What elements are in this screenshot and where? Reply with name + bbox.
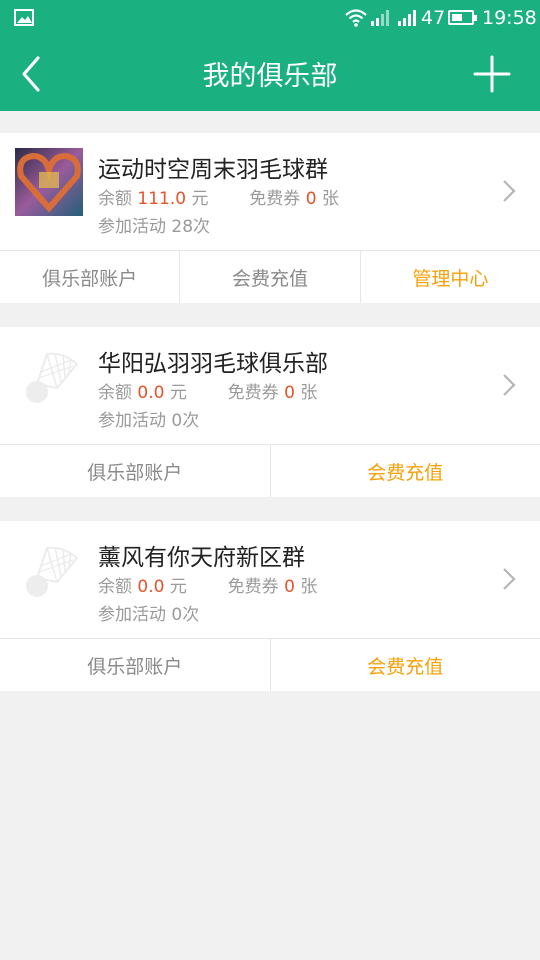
club-actions: 俱乐部账户 会费充值 (0, 639, 540, 691)
activity-count: 参加活动 28次 (98, 217, 211, 237)
club-name: 运动时空周末羽毛球群 (98, 157, 328, 183)
voucher-count: 0 (305, 189, 317, 209)
fee-recharge-button[interactable]: 会费充值 (269, 445, 540, 497)
plus-icon[interactable] (472, 54, 512, 94)
club-name: 华阳弘羽羽毛球俱乐部 (98, 351, 328, 377)
club-account-button[interactable]: 俱乐部账户 (0, 639, 270, 691)
wifi-icon (345, 9, 367, 27)
club-actions: 俱乐部账户 会费充值 管理中心 (0, 251, 540, 303)
club-card: 华阳弘羽羽毛球俱乐部 余额 0.0 元 免费券 0 张 参加活动 0次 俱乐部账… (0, 327, 540, 497)
cellular-signal-icon (371, 10, 389, 26)
balance-amount: 0.0 (137, 577, 165, 597)
shuttlecock-icon (26, 352, 79, 403)
management-center-button[interactable]: 管理中心 (359, 251, 540, 303)
fee-recharge-button[interactable]: 会费充值 (179, 251, 359, 303)
shuttlecock-icon (26, 546, 79, 597)
battery-percent: 47 (421, 7, 446, 29)
balance-amount: 0.0 (137, 383, 165, 403)
club-avatar (15, 148, 83, 216)
activity-count: 参加活动 0次 (98, 605, 200, 625)
cellular-signal-icon-2 (398, 10, 416, 26)
voucher-count: 0 (284, 383, 295, 403)
club-card: 运动时空周末羽毛球群 余额 111.0 元 免费券 0 张 参加活动 28次 俱… (0, 133, 540, 303)
gallery-notification-icon (14, 9, 34, 26)
chevron-right-icon (503, 374, 516, 396)
club-balance-line: 余额 111.0 元 免费券 0 张 (98, 189, 339, 209)
club-balance-line: 余额 0.0 元 免费券 0 张 (98, 383, 318, 403)
club-account-button[interactable]: 俱乐部账户 (0, 445, 270, 497)
club-balance-line: 余额 0.0 元 免费券 0 张 (98, 577, 318, 597)
page-title: 我的俱乐部 (202, 61, 338, 92)
voucher-count: 0 (284, 577, 295, 597)
fee-recharge-button[interactable]: 会费充值 (269, 639, 540, 691)
activity-count: 参加活动 0次 (98, 411, 200, 431)
status-bar: 47 19:58 (0, 0, 540, 38)
club-card: 薰风有你天府新区群 余额 0.0 元 免费券 0 张 参加活动 0次 俱乐部账户… (0, 521, 540, 691)
chevron-right-icon (503, 568, 516, 590)
club-name: 薰风有你天府新区群 (98, 545, 305, 571)
clock: 19:58 (482, 7, 537, 29)
app-header: 47 19:58 我的俱乐部 (0, 0, 540, 111)
battery-icon (448, 10, 477, 25)
chevron-right-icon (503, 180, 516, 202)
balance-amount: 111.0 (137, 189, 187, 209)
club-actions: 俱乐部账户 会费充值 (0, 445, 540, 497)
club-account-button[interactable]: 俱乐部账户 (0, 251, 179, 303)
